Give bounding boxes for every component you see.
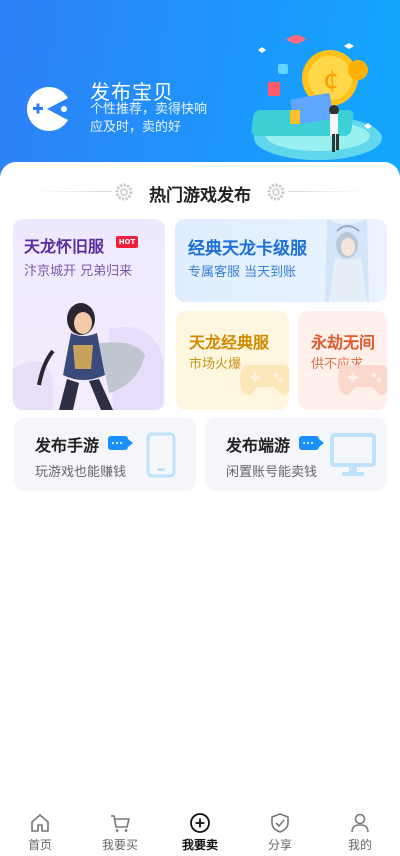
home-icon	[31, 814, 49, 832]
game-card-tianlong-level[interactable]: 经典天龙卡级服 专属客服 当天到账	[175, 219, 387, 302]
gamepad-icon	[338, 365, 387, 395]
publish-mobile-game-button[interactable]: 发布手游 玩游戏也能赚钱	[14, 418, 196, 491]
monitor-icon	[330, 433, 376, 476]
tab-home[interactable]: 首页	[0, 812, 80, 856]
divider-line	[288, 191, 366, 192]
tab-label: 我要卖	[181, 838, 218, 852]
card-title: 永劫无间	[311, 333, 376, 352]
tab-label: 我要买	[101, 838, 138, 852]
banner-subtitle: 个性推荐，卖得快响应及时，卖的好	[90, 102, 208, 135]
coin-ocean-illustration: ¢	[251, 35, 382, 160]
card-title: 天龙怀旧服	[24, 237, 105, 256]
svg-text:¢: ¢	[323, 65, 340, 95]
game-card-naraka[interactable]: 永劫无间 供不应求	[298, 311, 387, 410]
section-header: 热门游戏发布	[0, 178, 400, 206]
tag-icon	[299, 436, 324, 450]
publish-subtitle: 闲置账号能卖钱	[226, 465, 318, 480]
publish-title: 发布端游	[226, 436, 291, 455]
warrior-character-illustration	[13, 303, 163, 410]
header-banner: 发布宝贝 个性推荐，卖得快响应及时，卖的好 ¢	[0, 0, 400, 185]
publish-pc-game-button[interactable]: 发布端游 闲置账号能卖钱	[205, 418, 387, 491]
user-icon	[351, 813, 369, 833]
tab-buy[interactable]: 我要买	[80, 812, 160, 856]
card-subtitle: 市场火爆	[189, 357, 242, 372]
card-subtitle: 专属客服 当天到账	[188, 265, 297, 280]
tag-icon	[108, 436, 133, 450]
tab-label: 首页	[27, 838, 52, 852]
card-title: 天龙经典服	[189, 333, 270, 352]
cart-icon	[111, 815, 130, 832]
gamepad-icon	[240, 365, 289, 395]
main-content: 热门游戏发布 天龙怀旧服 HOT 汴京城开 兄弟归来 经典天龙卡级服 专属客服 …	[0, 162, 400, 802]
hot-badge: HOT	[116, 236, 138, 248]
tab-label: 我的	[347, 838, 372, 852]
section-title: 热门游戏发布	[149, 186, 251, 206]
card-title: 经典天龙卡级服	[188, 239, 307, 259]
tab-sell[interactable]: 我要卖	[160, 812, 240, 856]
phone-icon	[146, 432, 176, 478]
tab-mine[interactable]: 我的	[320, 812, 400, 856]
game-card-tianlong-classic[interactable]: 天龙怀旧服 HOT 汴京城开 兄弟归来	[13, 219, 165, 410]
game-card-tianlong-standard[interactable]: 天龙经典服 市场火爆	[176, 311, 289, 410]
fairy-character-illustration	[325, 219, 369, 302]
plus-circle-icon	[190, 813, 210, 833]
publish-subtitle: 玩游戏也能赚钱	[35, 465, 127, 480]
gear-icon	[267, 183, 285, 201]
publish-title: 发布手游	[35, 436, 100, 455]
tab-label: 分享	[267, 838, 292, 852]
shield-icon	[271, 813, 289, 833]
card-subtitle: 汴京城开 兄弟归来	[24, 264, 133, 279]
bottom-tab-bar: 首页 我要买 我要卖 分享 我的	[0, 802, 400, 856]
pacman-icon	[26, 87, 68, 131]
tab-share[interactable]: 分享	[240, 812, 320, 856]
